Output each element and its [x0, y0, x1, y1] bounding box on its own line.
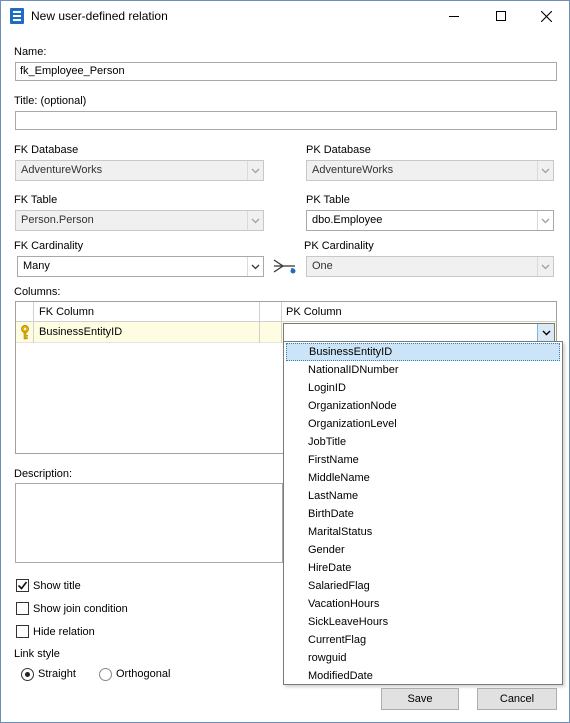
fk-column-cell[interactable]: BusinessEntityID: [34, 322, 260, 343]
fk-table-value: Person.Person: [21, 214, 94, 226]
close-button[interactable]: [524, 1, 569, 31]
fk-cardinality-select[interactable]: Many: [17, 256, 264, 277]
table-row[interactable]: BusinessEntityID: [16, 322, 556, 343]
fk-table-label: FK Table: [14, 194, 58, 206]
dropdown-option[interactable]: HireDate: [286, 559, 560, 577]
hide-relation-label[interactable]: Hide relation: [33, 626, 95, 638]
name-label: Name:: [14, 46, 47, 58]
show-title-label[interactable]: Show title: [33, 580, 81, 592]
cancel-button[interactable]: Cancel: [477, 688, 557, 710]
maximize-icon: [495, 11, 506, 21]
pk-table-value: dbo.Employee: [312, 214, 383, 226]
key-icon: [21, 325, 29, 340]
row-indicator-header: [16, 302, 34, 322]
spacer-cell: [260, 322, 282, 343]
straight-radio[interactable]: [21, 668, 34, 681]
description-input[interactable]: [15, 483, 283, 563]
dropdown-option[interactable]: NationalIDNumber: [286, 361, 560, 379]
chevron-down-icon: [247, 257, 263, 276]
pk-table-label: PK Table: [306, 194, 350, 206]
window-title: New user-defined relation: [31, 9, 168, 23]
dropdown-option[interactable]: VacationHours: [286, 595, 560, 613]
fk-cardinality-value: Many: [23, 260, 50, 272]
pk-database-label: PK Database: [306, 144, 371, 156]
dropdown-option[interactable]: MiddleName: [286, 469, 560, 487]
fk-database-value: AdventureWorks: [21, 164, 103, 176]
show-join-condition-checkbox[interactable]: [16, 602, 29, 615]
radio-selected-dot: [25, 672, 30, 677]
fk-table-select: Person.Person: [15, 210, 264, 231]
pk-database-select: AdventureWorks: [306, 160, 554, 181]
fk-database-select: AdventureWorks: [15, 160, 264, 181]
description-label: Description:: [14, 468, 73, 480]
grid-header: FK Column PK Column: [16, 302, 556, 322]
spacer-header: [260, 302, 282, 322]
fk-database-label: FK Database: [14, 144, 79, 156]
name-input[interactable]: fk_Employee_Person: [15, 62, 557, 81]
dropdown-option[interactable]: rowguid: [286, 649, 560, 667]
fk-column-header-label: FK Column: [39, 306, 95, 318]
dropdown-option[interactable]: Gender: [286, 541, 560, 559]
check-icon: [17, 581, 28, 590]
dropdown-option[interactable]: SickLeaveHours: [286, 613, 560, 631]
straight-label[interactable]: Straight: [38, 668, 76, 680]
show-title-checkbox[interactable]: [16, 579, 29, 592]
minimize-button[interactable]: [431, 1, 476, 31]
fk-cardinality-label: FK Cardinality: [14, 240, 84, 252]
app-icon: [10, 8, 24, 24]
close-icon: [541, 10, 552, 22]
columns-label: Columns:: [14, 286, 61, 298]
orthogonal-radio[interactable]: [99, 668, 112, 681]
chevron-down-icon: [247, 211, 263, 230]
pk-cardinality-label: PK Cardinality: [304, 240, 374, 252]
link-style-label: Link style: [14, 648, 60, 660]
pk-column-combo[interactable]: [283, 323, 555, 343]
relation-link-icon: [273, 259, 296, 274]
pk-column-header[interactable]: PK Column: [282, 302, 556, 322]
chevron-down-icon: [542, 330, 550, 336]
fk-column-header[interactable]: FK Column: [34, 302, 260, 322]
row-indicator: [16, 322, 34, 343]
show-join-condition-label[interactable]: Show join condition: [33, 603, 128, 615]
chevron-down-icon: [537, 161, 553, 180]
pk-database-value: AdventureWorks: [312, 164, 394, 176]
save-button[interactable]: Save: [381, 688, 459, 710]
minimize-icon: [448, 16, 459, 17]
dropdown-option[interactable]: BusinessEntityID: [286, 343, 560, 361]
dropdown-option[interactable]: MaritalStatus: [286, 523, 560, 541]
chevron-down-icon: [537, 211, 553, 230]
pk-column-dropdown-list: BusinessEntityID NationalIDNumber LoginID O…: [283, 341, 563, 685]
pk-cardinality-value: One: [312, 260, 333, 272]
dropdown-option[interactable]: OrganizationNode: [286, 397, 560, 415]
dropdown-option[interactable]: LastName: [286, 487, 560, 505]
dropdown-option[interactable]: ModifiedDate: [286, 667, 560, 685]
title-input[interactable]: [15, 111, 557, 130]
dropdown-option[interactable]: OrganizationLevel: [286, 415, 560, 433]
dropdown-option[interactable]: BirthDate: [286, 505, 560, 523]
maximize-button[interactable]: [478, 1, 523, 31]
dialog-window: New user-defined relation Name: fk_Emplo…: [0, 0, 570, 723]
dropdown-option[interactable]: LoginID: [286, 379, 560, 397]
dropdown-option[interactable]: JobTitle: [286, 433, 560, 451]
pk-table-select[interactable]: dbo.Employee: [306, 210, 554, 231]
orthogonal-label[interactable]: Orthogonal: [116, 668, 170, 680]
dropdown-option[interactable]: SalariedFlag: [286, 577, 560, 595]
chevron-down-icon: [537, 257, 553, 276]
dropdown-option[interactable]: CurrentFlag: [286, 631, 560, 649]
pk-column-header-label: PK Column: [286, 306, 342, 318]
hide-relation-checkbox[interactable]: [16, 625, 29, 638]
title-bar[interactable]: New user-defined relation: [1, 1, 569, 31]
title-label: Title: (optional): [14, 95, 87, 107]
dropdown-option[interactable]: FirstName: [286, 451, 560, 469]
chevron-down-icon: [247, 161, 263, 180]
pk-column-dropdown-button[interactable]: [537, 324, 554, 342]
fk-column-value: BusinessEntityID: [39, 326, 123, 338]
pk-cardinality-select: One: [306, 256, 554, 277]
